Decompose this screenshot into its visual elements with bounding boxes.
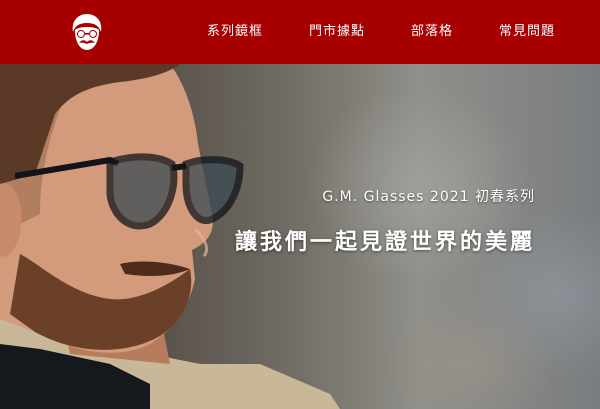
nav-item-blog[interactable]: 部落格: [411, 0, 453, 64]
hero-subtitle: G.M. Glasses 2021 初春系列: [322, 189, 535, 205]
top-navbar: 系列鏡框 門市據點 部落格 常見問題: [0, 0, 600, 64]
hero-text-block: G.M. Glasses 2021 初春系列 讓我們一起見證世界的美麗: [235, 186, 535, 256]
nav-item-frames[interactable]: 系列鏡框: [207, 0, 263, 64]
gentleman-logo-icon[interactable]: [67, 12, 107, 52]
hero-title: 讓我們一起見證世界的美麗: [234, 230, 535, 255]
nav-item-faq[interactable]: 常見問題: [499, 0, 555, 64]
hero-banner: G.M. Glasses 2021 初春系列 讓我們一起見證世界的美麗: [0, 64, 600, 409]
nav-item-stores[interactable]: 門市據點: [309, 0, 365, 64]
main-nav: 系列鏡框 門市據點 部落格 常見問題: [207, 0, 555, 64]
